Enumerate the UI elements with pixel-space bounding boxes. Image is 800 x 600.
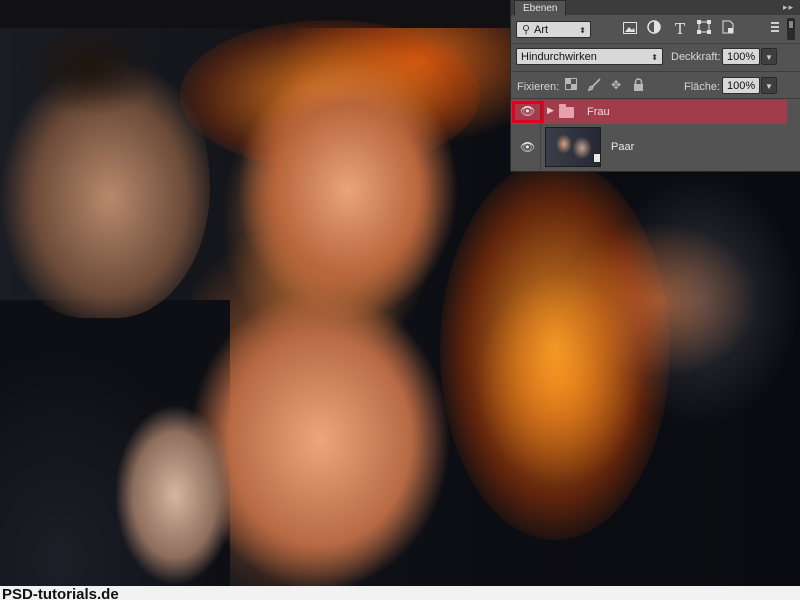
- shape-filter-icon[interactable]: [695, 20, 713, 38]
- layer-name[interactable]: Frau: [587, 106, 610, 118]
- visibility-toggle[interactable]: 👁: [511, 125, 541, 170]
- type-filter-icon[interactable]: T: [671, 20, 689, 38]
- layers-panel: Ebenen ▸▸ ⚲ Art ⬍ T Hindurchwirken ⬍ Dec…: [510, 0, 800, 172]
- panel-tab-bar: Ebenen ▸▸: [511, 0, 800, 16]
- opacity-dropdown-button[interactable]: ▼: [761, 48, 777, 65]
- watermark-text: PSD-tutorials.de: [2, 586, 119, 600]
- visibility-highlight-box: [512, 101, 544, 123]
- chevron-updown-icon: ⬍: [579, 26, 586, 35]
- lock-image-icon[interactable]: [587, 78, 601, 92]
- chevron-down-icon: ▼: [765, 82, 773, 91]
- man-head: [0, 28, 210, 318]
- adjustment-filter-icon[interactable]: [645, 20, 663, 38]
- lock-label: Fixieren:: [517, 81, 560, 93]
- layer-filter-select[interactable]: ⚲ Art ⬍: [516, 21, 591, 38]
- image-filter-icon[interactable]: [621, 20, 639, 38]
- collapse-panel-icon[interactable]: ▸▸: [783, 1, 794, 13]
- panel-divider: [511, 98, 800, 99]
- search-icon: ⚲: [522, 24, 531, 36]
- lock-transparent-icon[interactable]: [564, 78, 578, 92]
- layer-name[interactable]: Paar: [611, 141, 634, 153]
- smart-object-badge-icon: [593, 153, 601, 163]
- opacity-input[interactable]: 100%: [722, 48, 760, 65]
- lock-all-icon[interactable]: [631, 78, 645, 92]
- panel-divider: [511, 71, 800, 72]
- tab-layers[interactable]: Ebenen: [514, 0, 567, 16]
- bottom-watermark-bar: PSD-tutorials.de: [0, 586, 800, 600]
- fill-dropdown-button[interactable]: ▼: [761, 77, 777, 94]
- folder-icon: [559, 104, 574, 118]
- layer-row-frau[interactable]: 👁 ▶ Frau: [511, 100, 787, 124]
- lock-position-icon[interactable]: ✥: [609, 78, 623, 92]
- smoke-effect: [600, 170, 800, 430]
- fill-label: Fläche:: [684, 81, 721, 93]
- eye-icon: 👁: [520, 140, 536, 154]
- fill-input[interactable]: 100%: [722, 77, 760, 94]
- expand-arrow-icon[interactable]: ▶: [547, 105, 554, 116]
- scrollbar-thumb[interactable]: [788, 20, 794, 29]
- panel-menu-icon[interactable]: [769, 16, 781, 38]
- panel-divider: [511, 43, 800, 44]
- chevron-down-icon: ▼: [765, 53, 773, 62]
- man-hand: [110, 400, 240, 590]
- chevron-updown-icon: ⬍: [651, 53, 658, 62]
- smart-object-filter-icon[interactable]: [719, 20, 737, 38]
- blend-mode-select[interactable]: Hindurchwirken ⬍: [516, 48, 663, 65]
- layer-row-paar[interactable]: 👁 Paar: [511, 125, 787, 170]
- filter-value: Art: [534, 24, 549, 36]
- opacity-label: Deckkraft:: [671, 51, 721, 63]
- woman-face: [228, 60, 458, 320]
- blend-mode-value: Hindurchwirken: [521, 51, 597, 63]
- panel-scrollbar[interactable]: [787, 18, 795, 40]
